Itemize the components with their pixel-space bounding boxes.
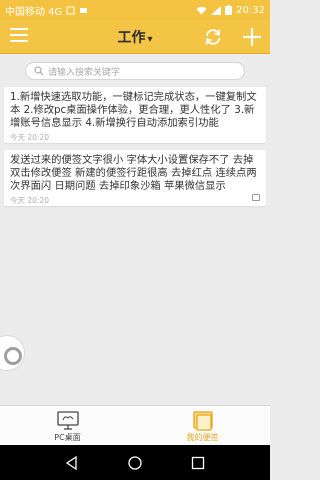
note-time: 今天 20:20 bbox=[10, 196, 49, 205]
message-icon bbox=[80, 7, 88, 13]
sync-icon[interactable] bbox=[202, 26, 224, 48]
note-icon bbox=[192, 411, 213, 431]
note-card[interactable]: 1.新增快速选取功能，一键标记完成状态，一键复制文本 2.修改pc桌面操作体验，… bbox=[4, 87, 266, 143]
tab-pc-desktop[interactable]: PC桌面 bbox=[0, 406, 135, 445]
back-icon[interactable] bbox=[64, 455, 80, 471]
status-time: 20:32 bbox=[236, 4, 265, 16]
battery-icon bbox=[225, 5, 233, 15]
category-dropdown[interactable] bbox=[110, 24, 160, 50]
status-left: 中国移动 4G bbox=[5, 3, 88, 18]
top-toolbar: 工作 ▾ bbox=[0, 20, 270, 54]
tab-label: PC桌面 bbox=[54, 433, 81, 442]
add-icon[interactable] bbox=[240, 25, 264, 49]
status-right: 20:32 bbox=[196, 5, 265, 16]
tab-label: 我的便签 bbox=[186, 433, 219, 442]
search-placeholder: 请输入搜索关键字 bbox=[48, 67, 121, 78]
search-input[interactable]: 请输入搜索关键字 bbox=[25, 62, 245, 80]
home-icon[interactable] bbox=[127, 455, 143, 471]
status-bar: 中国移动 4G 20:32 bbox=[0, 0, 270, 20]
search-icon bbox=[34, 66, 44, 76]
bottom-nav: PC桌面 我的便签 bbox=[0, 405, 270, 445]
carrier-label: 中国移动 4G bbox=[5, 6, 63, 18]
wifi-icon bbox=[196, 6, 207, 14]
usb-icon bbox=[66, 6, 75, 14]
note-card[interactable]: 发送过来的便签文字很小 字体大小设置保存不了 去掉双击修改便签 新建的便签行距很… bbox=[4, 150, 266, 206]
note-text: 1.新增快速选取功能，一键标记完成状态，一键复制文本 2.修改pc桌面操作体验，… bbox=[10, 91, 257, 129]
menu-icon[interactable] bbox=[10, 28, 28, 44]
tab-my-notes[interactable]: 我的便签 bbox=[135, 406, 270, 445]
note-time: 今天 20:20 bbox=[10, 133, 49, 142]
recents-icon[interactable] bbox=[190, 455, 206, 471]
system-nav-bar bbox=[0, 445, 270, 480]
monitor-icon bbox=[56, 411, 79, 430]
floating-drag-handle[interactable] bbox=[0, 336, 24, 370]
pc-sync-icon bbox=[252, 194, 260, 201]
signal-icon bbox=[211, 5, 222, 15]
note-text: 发送过来的便签文字很小 字体大小设置保存不了 去掉双击修改便签 新建的便签行距很… bbox=[10, 154, 257, 192]
